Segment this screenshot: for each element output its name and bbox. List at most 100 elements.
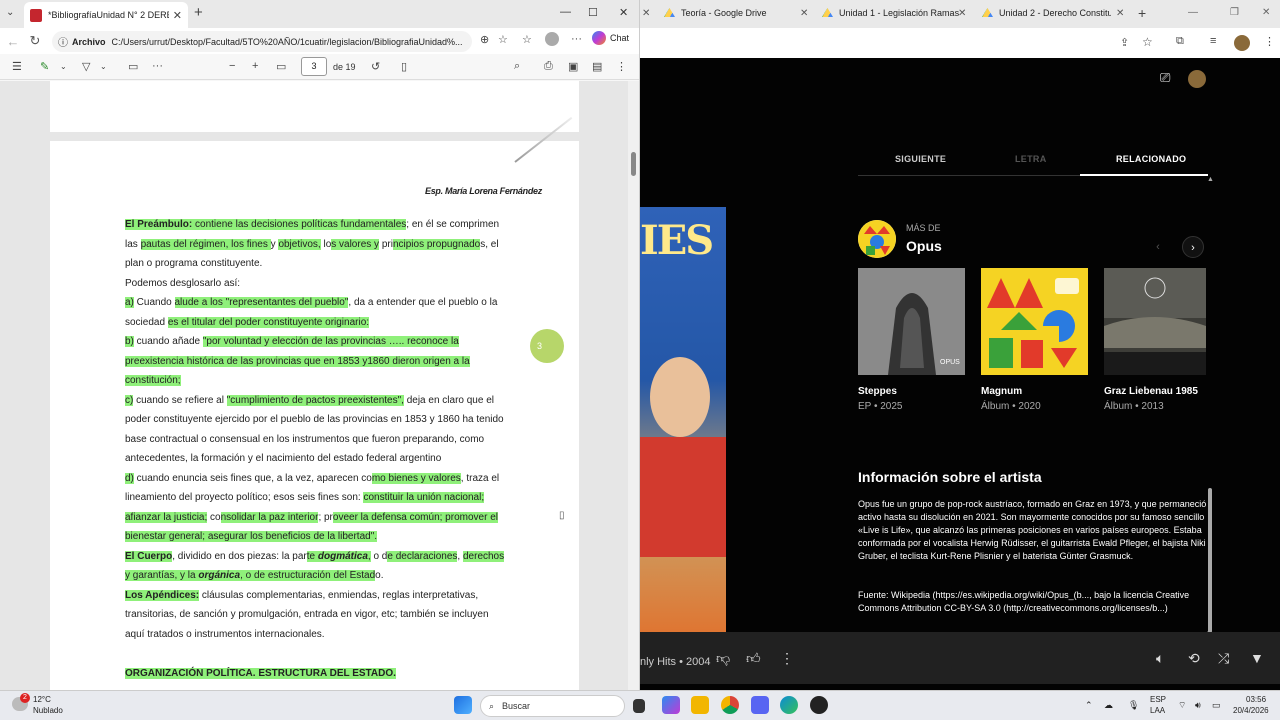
save-as-icon[interactable]: ▤ [592,60,602,73]
pdf-viewer[interactable]: Esp. María Lorena Fernández 3 ▯ El Preám… [0,81,628,690]
artist-avatar[interactable] [858,220,896,258]
favorite-icon[interactable]: ☆ [498,33,508,46]
panel-scrollbar-thumb[interactable] [1208,488,1212,633]
favorites-bar-icon[interactable]: ☆ [522,33,532,46]
lang-primary[interactable]: ESP [1150,695,1166,704]
album-title[interactable]: Graz Liebenau 1985 [1104,386,1198,397]
clock-date[interactable]: 20/4/2026 [1233,706,1269,715]
close-tab-icon[interactable]: ✕ [173,9,182,22]
tab-pdf[interactable]: *BibliografíaUnidad N° 2 DERECHO ✕ [24,2,188,28]
dislike-icon[interactable]: 👎︎ [716,650,730,667]
maximize-button[interactable]: ☐ [588,6,598,19]
pdf-scrollbar-thumb[interactable] [631,152,636,176]
new-tab-button[interactable]: + [194,4,203,21]
windows-start-icon[interactable] [454,696,472,714]
scroll-up-icon[interactable]: ▲ [1207,176,1214,183]
repeat-icon[interactable]: ⟲ [1188,650,1200,667]
back-icon[interactable]: ← [2,34,24,49]
chevron-down-icon[interactable]: ⌄ [100,62,107,71]
account-avatar[interactable] [1188,70,1206,88]
chrome-menu-icon[interactable]: ⋮ [1264,35,1275,48]
view-icon[interactable]: ▭ [128,60,138,73]
clock-time[interactable]: 03:56 [1246,695,1266,704]
album-card-steppes[interactable]: OPUS [858,268,965,375]
search-icon[interactable]: ⌕ [514,60,520,73]
media-icon[interactable]: ≡ [1210,35,1216,47]
maximize-button[interactable]: ❐ [1230,7,1239,18]
tab-next[interactable]: SIGUIENTE [895,154,946,164]
save-icon[interactable]: ▣ [568,60,578,73]
album-title[interactable]: Steppes [858,386,897,397]
document-text: aquí tratados o instrumentos internacion… [125,628,325,640]
minimize-button[interactable]: — [560,6,571,18]
more-tools-icon[interactable]: ··· [152,60,163,72]
wifi-icon[interactable]: ⌔ [1178,700,1186,711]
album-card-graz[interactable] [1104,268,1206,375]
print-icon[interactable]: ⎙ [544,60,553,73]
artist-name[interactable]: Opus [906,238,942,254]
zoom-in-icon[interactable]: + [252,60,258,72]
settings-more-icon[interactable]: ⋮ [616,60,627,73]
fit-page-icon[interactable]: ▭ [276,60,286,73]
album-title[interactable]: Magnum [981,386,1022,397]
document-text: co [207,511,221,523]
tab-related[interactable]: RELACIONADO [1116,154,1186,164]
like-icon[interactable]: 👍︎ [746,650,761,667]
tab-lyrics[interactable]: LETRA [1015,154,1047,164]
close-window-button[interactable]: ✕ [619,6,628,19]
profile-icon[interactable] [545,32,559,46]
microphone-icon[interactable]: 🎙︎ [1128,700,1139,711]
carousel-prev-button[interactable]: ‹ [1147,236,1169,258]
close-tab-icon[interactable]: ✕ [642,8,650,19]
album-card-magnum[interactable] [981,268,1088,375]
lang-secondary[interactable]: LAA [1150,706,1165,715]
close-tab-icon[interactable]: ✕ [1116,8,1124,19]
minimize-button[interactable]: — [1188,7,1198,18]
close-tab-icon[interactable]: ✕ [800,8,808,19]
document-line: bienestar general; asegurar los benefici… [125,530,517,544]
profile-avatar[interactable] [1234,35,1250,51]
new-tab-button[interactable]: + [1138,5,1146,21]
edge-icon[interactable] [780,696,798,714]
discord-icon[interactable] [751,696,769,714]
chevron-down-icon[interactable]: ⌄ [60,62,67,71]
refresh-icon[interactable]: ↻ [24,33,46,49]
expand-player-icon[interactable]: ▼ [1250,650,1264,666]
contents-icon[interactable]: ☰ [12,60,22,73]
install-app-icon[interactable]: ⇪ [1120,36,1129,49]
chrome-icon[interactable] [721,696,739,714]
app-icon[interactable] [810,696,828,714]
tab-unidad-1[interactable]: Unidad 1 - Legislación Ramas [822,8,959,18]
page-number-input[interactable]: 3 [301,57,327,76]
more-options-icon[interactable]: ⋮ [780,650,794,667]
highlight-icon[interactable]: ✎ [40,60,49,73]
onedrive-icon[interactable]: ☁ [1104,700,1113,711]
cast-icon[interactable]: ⎚ [1160,70,1170,86]
carousel-next-button[interactable]: › [1182,236,1204,258]
shuffle-icon[interactable]: ⤮ [1218,650,1229,667]
rotate-icon[interactable]: ↺ [371,60,380,73]
copilot-chat-button[interactable]: Chat [592,31,629,45]
volume-icon[interactable]: 🔊︎ [1195,700,1201,711]
copilot-icon[interactable] [662,696,680,714]
read-aloud-icon[interactable]: ⊕ [480,33,489,46]
file-explorer-icon[interactable] [691,696,709,714]
task-view-icon[interactable] [633,699,645,713]
battery-icon[interactable]: ▭ [1212,700,1221,711]
comment-icon[interactable]: ▯ [559,510,565,521]
tray-overflow-icon[interactable]: ⌃ [1085,700,1093,711]
zoom-out-icon[interactable]: − [229,60,235,72]
tab-unidad-2[interactable]: Unidad 2 - Derecho Constitucio [982,8,1111,18]
page-view-icon[interactable]: ▯ [401,60,407,73]
tab-actions-icon[interactable]: ⌄ [6,7,14,18]
tab-drive[interactable]: Teoría - Google Drive [664,8,767,18]
close-window-button[interactable]: ✕ [1262,7,1270,18]
close-tab-icon[interactable]: ✕ [958,8,966,19]
volume-icon[interactable]: 🔈︎ [1156,650,1164,667]
taskbar-search[interactable]: ⌕ Buscar [480,695,625,717]
more-icon[interactable]: ··· [571,33,582,45]
address-field[interactable]: ⓘ Archivo C:/Users/urrut/Desktop/Faculta… [52,31,472,52]
draw-icon[interactable]: ▽ [82,60,90,73]
bookmark-icon[interactable]: ☆ [1142,35,1153,49]
extensions-icon[interactable]: ⧉ [1176,35,1184,48]
